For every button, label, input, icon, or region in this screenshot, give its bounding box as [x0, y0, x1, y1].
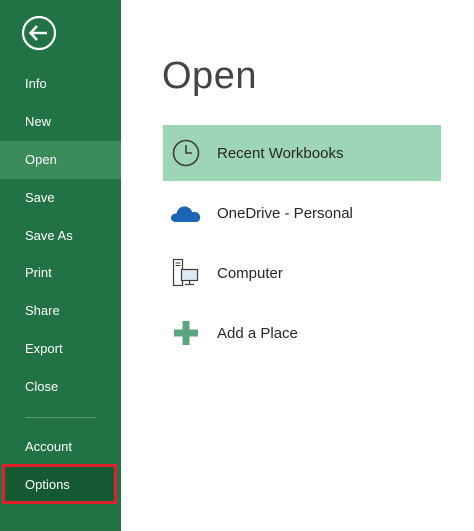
- backstage-sidebar: Info New Open Save Save As Print Share E…: [0, 0, 121, 531]
- excel-backstage: Info New Open Save Save As Print Share E…: [0, 0, 474, 531]
- place-label: OneDrive - Personal: [217, 204, 353, 222]
- place-computer[interactable]: Computer: [163, 245, 441, 301]
- nav-item-print[interactable]: Print: [0, 254, 121, 292]
- nav-item-options[interactable]: Options: [0, 466, 121, 504]
- place-label: Computer: [217, 264, 283, 282]
- back-button[interactable]: [21, 15, 57, 51]
- place-add-a-place[interactable]: Add a Place: [163, 305, 441, 361]
- cloud-icon: [169, 196, 203, 230]
- place-label: Recent Workbooks: [217, 144, 344, 162]
- places-list: Recent Workbooks OneDrive - Personal Com…: [163, 125, 441, 365]
- nav-item-close[interactable]: Close: [0, 368, 121, 406]
- page-title: Open: [162, 55, 257, 97]
- plus-icon: [169, 316, 203, 350]
- place-recent-workbooks[interactable]: Recent Workbooks: [163, 125, 441, 181]
- place-onedrive-personal[interactable]: OneDrive - Personal: [163, 185, 441, 241]
- computer-icon: [169, 256, 203, 290]
- back-arrow-icon: [21, 15, 57, 51]
- nav-item-save[interactable]: Save: [0, 179, 121, 217]
- clock-icon: [169, 136, 203, 170]
- nav-item-account[interactable]: Account: [0, 428, 121, 466]
- nav-item-share[interactable]: Share: [0, 292, 121, 330]
- main-panel: Open Recent Workbooks OneDrive - Persona…: [121, 0, 474, 531]
- nav-item-new[interactable]: New: [0, 103, 121, 141]
- nav-divider: [25, 417, 96, 418]
- nav-item-open[interactable]: Open: [0, 141, 121, 179]
- nav-item-info[interactable]: Info: [0, 65, 121, 103]
- nav-item-save-as[interactable]: Save As: [0, 217, 121, 255]
- nav-item-export[interactable]: Export: [0, 330, 121, 368]
- place-label: Add a Place: [217, 324, 298, 342]
